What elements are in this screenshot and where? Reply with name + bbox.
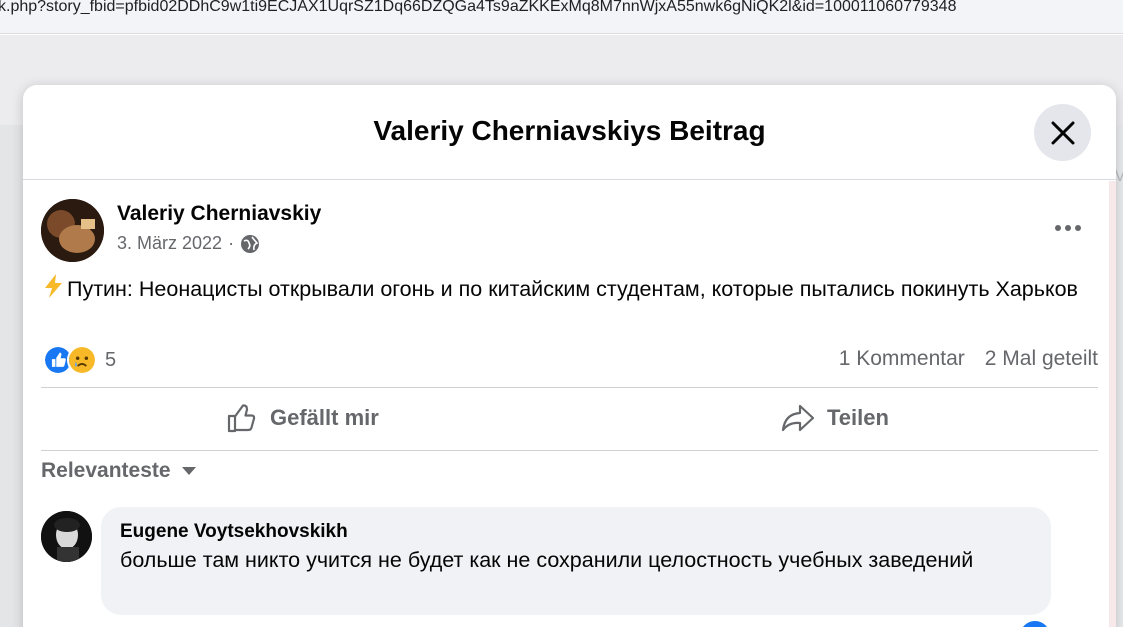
share-button[interactable]: Teilen: [781, 398, 889, 438]
caret-down-icon: [181, 467, 196, 475]
comments-count-link[interactable]: 1 Kommentar: [839, 347, 965, 371]
modal-scrollbar[interactable]: [1109, 181, 1116, 627]
author-avatar[interactable]: [41, 199, 104, 262]
comment-author-avatar[interactable]: [41, 511, 92, 562]
browser-url-bar[interactable]: k.php?story_fbid=pfbid02DDhC9w1ti9ECJAX1…: [0, 0, 1123, 34]
lightning-icon: [45, 274, 62, 298]
reaction-count: 5: [105, 348, 117, 371]
meta-separator: ·: [228, 233, 235, 253]
reaction-summary[interactable]: 5: [43, 344, 116, 376]
comment-bubble: Eugene Voytsekhovskikh больше там никто …: [101, 507, 1051, 615]
comment-sort-dropdown[interactable]: Relevanteste: [41, 459, 197, 483]
like-button[interactable]: Gefällt mir: [226, 398, 379, 438]
post-date[interactable]: 3. März 2022: [117, 233, 222, 254]
comment-sort-label: Relevanteste: [41, 459, 171, 482]
globe-icon: [241, 234, 260, 253]
sad-icon: [67, 345, 97, 375]
post-modal: Valeriy Cherniavskiys Beitrag Valeriy Ch…: [23, 85, 1116, 627]
post-text: Путин: Неонацисты открывали огонь и по к…: [41, 273, 1091, 304]
shares-count-link[interactable]: 2 Mal geteilt: [985, 347, 1098, 371]
comment-author-name[interactable]: Eugene Voytsekhovskikh: [120, 521, 348, 543]
post-stats: 1 Kommentar 2 Mal geteilt: [839, 347, 1098, 371]
browser-url-text[interactable]: k.php?story_fbid=pfbid02DDhC9w1ti9ECJAX1…: [0, 0, 956, 15]
share-label: Teilen: [827, 405, 889, 430]
divider-bottom: [41, 450, 1098, 451]
close-button[interactable]: [1034, 104, 1091, 161]
post-meta: 3. März 2022 ·: [117, 233, 260, 254]
close-icon: [1051, 121, 1074, 144]
post-options-button[interactable]: [1047, 213, 1089, 243]
thumbs-up-icon: [227, 404, 256, 433]
post-text-content: Путин: Неонацисты открывали огонь и по к…: [67, 277, 1078, 301]
modal-title: Valeriy Cherniavskiys Beitrag: [373, 115, 766, 146]
more-dots-icon: [1055, 225, 1081, 231]
post-author-name[interactable]: Valeriy Cherniavskiy: [117, 202, 321, 226]
comment-text: больше там никто учится не будет как не …: [120, 548, 974, 572]
share-arrow-icon: [781, 404, 815, 432]
modal-header: Valeriy Cherniavskiys Beitrag: [23, 85, 1116, 180]
like-label: Gefällt mir: [270, 405, 379, 430]
comment-reaction-badge[interactable]: [1020, 621, 1050, 627]
divider-top: [41, 387, 1098, 388]
